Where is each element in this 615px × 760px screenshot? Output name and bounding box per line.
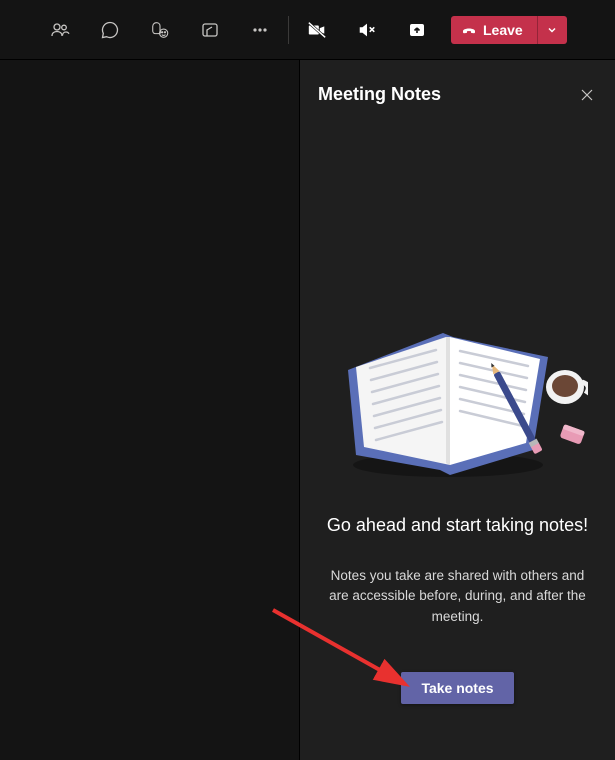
leave-options-button[interactable] (537, 16, 567, 44)
meeting-notes-panel: Meeting Notes (299, 60, 615, 760)
speaker-off-icon[interactable] (357, 20, 377, 40)
close-icon[interactable] (577, 85, 597, 105)
leave-button-label: Leave (483, 22, 523, 38)
empty-state: Go ahead and start taking notes! Notes y… (318, 115, 597, 736)
take-notes-button[interactable]: Take notes (401, 672, 513, 704)
participants-icon[interactable] (50, 20, 70, 40)
share-icon[interactable] (407, 20, 427, 40)
reactions-icon[interactable] (150, 20, 170, 40)
empty-state-subtext: Notes you take are shared with others an… (318, 566, 597, 627)
leave-button-group: Leave (451, 16, 567, 44)
meeting-topbar: Leave (0, 0, 615, 60)
toolbar-icon-group (50, 20, 270, 40)
meeting-stage (0, 60, 299, 760)
camera-off-icon[interactable] (307, 20, 327, 40)
leave-button[interactable]: Leave (451, 16, 537, 44)
panel-header: Meeting Notes (318, 84, 597, 105)
rooms-icon[interactable] (200, 20, 220, 40)
content-area: Meeting Notes (0, 60, 615, 760)
media-icon-group (307, 20, 427, 40)
toolbar-divider (288, 16, 289, 44)
notebook-illustration (328, 315, 588, 485)
empty-state-heading: Go ahead and start taking notes! (327, 515, 588, 536)
chat-icon[interactable] (100, 20, 120, 40)
panel-title: Meeting Notes (318, 84, 441, 105)
more-icon[interactable] (250, 20, 270, 40)
